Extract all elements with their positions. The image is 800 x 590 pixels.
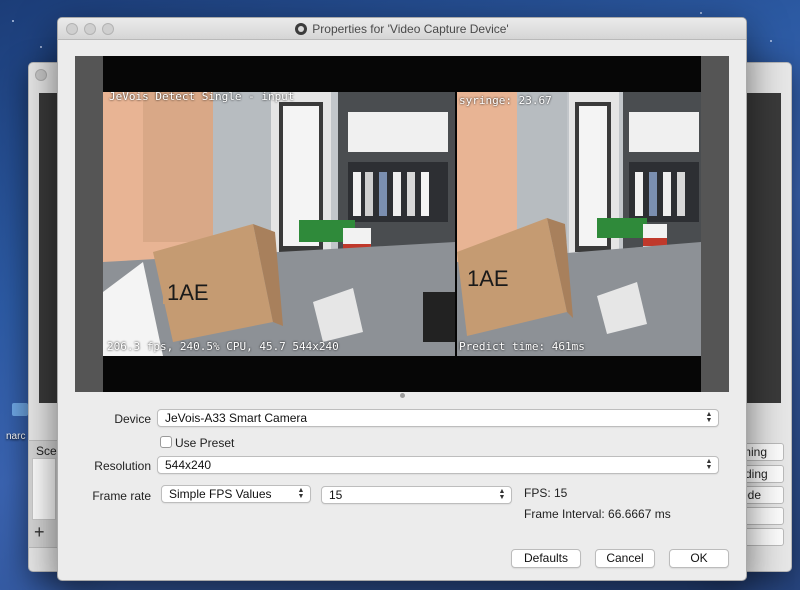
star	[40, 46, 42, 48]
use-preset-label[interactable]: Use Preset	[175, 436, 234, 450]
properties-dialog: Properties for 'Video Capture Device' Je…	[57, 17, 747, 581]
source-preview: JeVois Detect Single - input 1AE 206.3 f…	[75, 56, 729, 392]
title-bar[interactable]: Properties for 'Video Capture Device'	[58, 18, 746, 40]
device-select[interactable]: JeVois-A33 Smart Camera ▲ ▼	[157, 409, 719, 427]
chevron-up-down-icon: ▲ ▼	[705, 411, 713, 424]
fps-overlay-label: 206.3 fps, 240.5% CPU, 45.7 544x240	[107, 340, 339, 353]
chevron-up-down-icon: ▲ ▼	[705, 458, 713, 471]
prediction-pane: syringe: 23.67 1AE Predict time: 461ms	[457, 92, 701, 356]
input-overlay-label: JeVois Detect Single - input	[109, 92, 295, 103]
fps-info: FPS: 15	[524, 486, 568, 500]
camera-scene-image	[103, 92, 455, 356]
predict-time-label: Predict time: 461ms	[459, 340, 585, 353]
chevron-up-down-icon: ▲ ▼	[498, 488, 506, 501]
chevron-up-down-icon: ▲ ▼	[297, 487, 305, 500]
folder-icon[interactable]	[12, 403, 28, 416]
preview-resize-handle[interactable]	[400, 393, 405, 398]
scenes-label: Sce	[36, 444, 57, 458]
frame-rate-value: 15	[329, 488, 343, 502]
frame-rate-mode-value: Simple FPS Values	[169, 487, 272, 501]
scenes-list[interactable]	[32, 458, 56, 520]
resolution-select[interactable]: 544x240 ▲ ▼	[157, 456, 719, 474]
box-label: 1AE	[467, 266, 509, 291]
close-dot-icon	[35, 69, 47, 81]
frame-rate-label: Frame rate	[92, 489, 151, 503]
resolution-label: Resolution	[94, 459, 151, 473]
cancel-button[interactable]: Cancel	[595, 549, 655, 568]
frame-interval-info: Frame Interval: 66.6667 ms	[524, 507, 671, 521]
ok-button[interactable]: OK	[669, 549, 729, 568]
star	[770, 40, 772, 42]
desktop-folder-label[interactable]: narc	[6, 431, 25, 442]
star	[12, 20, 14, 22]
use-preset-checkbox[interactable]	[160, 436, 172, 448]
resolution-select-value: 544x240	[165, 458, 212, 472]
defaults-button[interactable]: Defaults	[511, 549, 581, 568]
window-title: Properties for 'Video Capture Device'	[312, 22, 509, 36]
prediction-scene-image	[457, 92, 701, 356]
camera-input-pane: JeVois Detect Single - input 1AE 206.3 f…	[103, 92, 455, 356]
device-label: Device	[114, 412, 151, 426]
frame-rate-mode-select[interactable]: Simple FPS Values ▲ ▼	[161, 485, 311, 503]
frame-rate-value-select[interactable]: 15 ▲ ▼	[321, 486, 512, 504]
camera-video-frame: JeVois Detect Single - input 1AE 206.3 f…	[103, 56, 701, 392]
device-select-value: JeVois-A33 Smart Camera	[165, 411, 308, 425]
star	[700, 12, 702, 14]
obs-logo-icon	[295, 23, 308, 35]
add-scene-button[interactable]: +	[34, 522, 45, 542]
box-label: 1AE	[167, 280, 209, 305]
prediction-overlay-label: syringe: 23.67	[459, 94, 552, 107]
